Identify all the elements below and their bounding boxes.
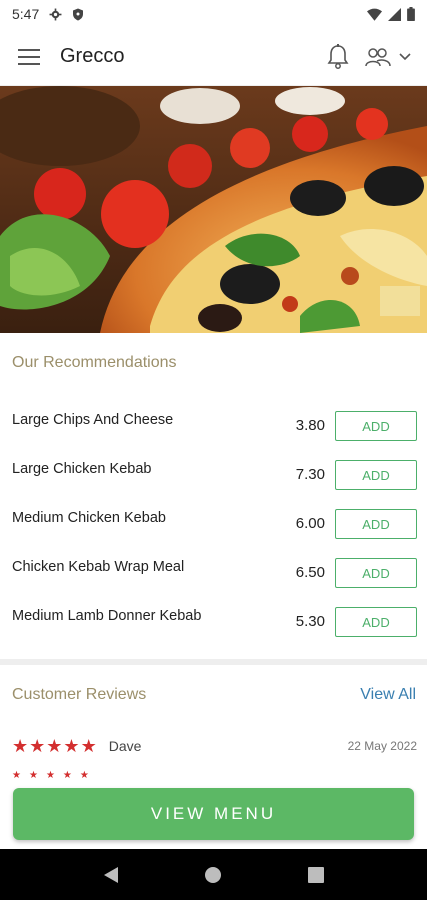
star-rating: ★ ★ ★ ★ ★ — [12, 737, 97, 755]
view-all-link[interactable]: View All — [360, 686, 416, 704]
status-time: 5:47 — [12, 6, 40, 22]
page-title: Grecco — [60, 45, 125, 67]
star-icon: ★ — [29, 736, 46, 756]
status-bar: 5:47 — [0, 0, 427, 28]
star-icon: ★ — [80, 736, 97, 756]
list-item: Chicken Kebab Wrap Meal 6.50 ADD — [0, 545, 427, 594]
star-rating: ★ ★ ★ ★ ★ — [12, 770, 89, 781]
section-divider — [0, 659, 427, 665]
item-name: Large Chips And Cheese — [12, 412, 174, 428]
add-button[interactable]: ADD — [335, 607, 417, 637]
bell-icon[interactable] — [327, 43, 349, 70]
add-button[interactable]: ADD — [335, 509, 417, 539]
item-price: 3.80 — [295, 417, 325, 434]
item-price: 7.30 — [295, 466, 325, 483]
star-icon: ★ — [12, 736, 29, 756]
star-icon: ★ — [46, 736, 63, 756]
add-button[interactable]: ADD — [335, 558, 417, 588]
item-name: Medium Chicken Kebab — [12, 510, 166, 526]
star-icon: ★ — [79, 770, 89, 781]
back-icon[interactable] — [103, 866, 119, 884]
list-item: Large Chips And Cheese 3.80 ADD — [0, 398, 427, 447]
star-icon: ★ — [62, 770, 72, 781]
list-item: Large Chicken Kebab 7.30 ADD — [0, 447, 427, 496]
add-button[interactable]: ADD — [335, 460, 417, 490]
chevron-down-icon — [399, 52, 411, 60]
signal-icon — [388, 7, 401, 21]
item-name: Large Chicken Kebab — [12, 461, 152, 477]
list-item: Medium Lamb Donner Kebab 5.30 ADD — [0, 594, 427, 643]
star-icon: ★ — [45, 770, 55, 781]
star-icon: ★ — [12, 770, 21, 781]
app-bar: Grecco — [0, 28, 427, 86]
star-icon: ★ — [63, 736, 80, 756]
item-name: Chicken Kebab Wrap Meal — [12, 559, 185, 575]
reviewer-name: Dave — [108, 738, 142, 754]
hero-image — [0, 86, 427, 333]
system-nav-bar — [0, 849, 427, 900]
reviews-title: Customer Reviews — [12, 686, 147, 703]
view-menu-button[interactable]: VIEW MENU — [13, 788, 414, 840]
menu-icon[interactable] — [18, 48, 40, 66]
item-price: 6.50 — [295, 564, 325, 581]
shield-icon — [73, 8, 84, 20]
recents-icon[interactable] — [308, 866, 325, 883]
item-name: Medium Lamb Donner Kebab — [12, 608, 202, 624]
star-icon: ★ — [28, 770, 38, 781]
add-button[interactable]: ADD — [335, 411, 417, 441]
battery-icon — [407, 7, 415, 21]
item-price: 6.00 — [295, 515, 325, 532]
item-price: 5.30 — [295, 613, 325, 630]
review-date: 22 May 2022 — [347, 739, 417, 753]
settings-icon — [49, 8, 62, 20]
review-item: ★ ★ ★ ★ ★ Dave 22 May 2022 — [12, 736, 417, 756]
users-icon — [365, 47, 391, 66]
wifi-icon — [367, 8, 382, 21]
account-switcher[interactable] — [365, 47, 411, 67]
home-icon[interactable] — [204, 866, 222, 884]
list-item: Medium Chicken Kebab 6.00 ADD — [0, 496, 427, 545]
recommendations-list: Large Chips And Cheese 3.80 ADD Large Ch… — [0, 398, 427, 643]
recommendations-title: Our Recommendations — [12, 354, 177, 371]
